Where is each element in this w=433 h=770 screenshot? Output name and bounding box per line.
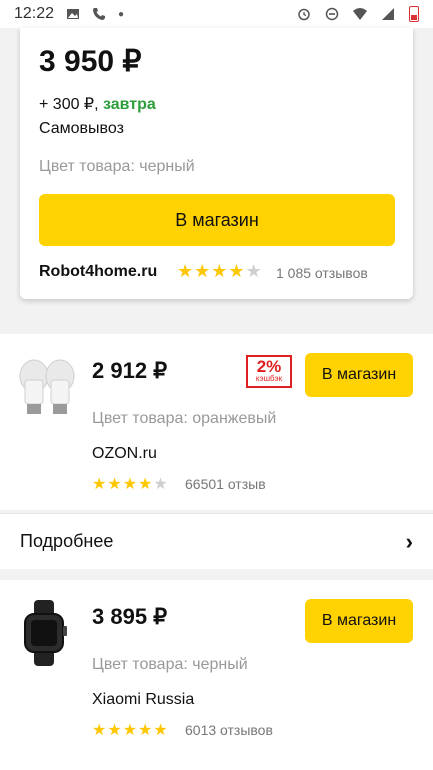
product-color: Цвет товара: черный bbox=[92, 656, 248, 673]
product-color: Цвет товара: оранжевый bbox=[92, 410, 277, 427]
offer-card: 3 895 ₽ В магазин Цвет товара: черный Xi… bbox=[0, 580, 433, 770]
top-offer-price: 3 950 ₽ bbox=[39, 45, 142, 78]
more-details-row[interactable]: Подробнее › bbox=[0, 513, 433, 569]
image-notification-icon bbox=[67, 9, 80, 19]
to-shop-button[interactable]: В магазин bbox=[305, 599, 413, 643]
rating-stars: ★★★★★ bbox=[92, 474, 169, 494]
signal-icon bbox=[382, 8, 394, 20]
delivery-day: завтра bbox=[103, 96, 156, 113]
battery-icon bbox=[409, 6, 419, 22]
offer-price: 3 895 ₽ bbox=[92, 604, 168, 629]
star-filled-icon: ★ bbox=[138, 476, 154, 493]
product-color: Цвет товара: черный bbox=[39, 158, 195, 175]
more-details-label: Подробнее bbox=[20, 531, 114, 551]
cashback-badge: 2% кэшбэк bbox=[246, 355, 292, 388]
cashback-percent: 2% bbox=[256, 357, 282, 376]
reviews-count[interactable]: 66501 отзыв bbox=[185, 476, 266, 492]
star-filled-icon: ★ bbox=[228, 261, 246, 281]
star-filled-icon: ★ bbox=[92, 476, 108, 493]
dnd-icon bbox=[325, 7, 339, 21]
alarm-icon bbox=[298, 8, 310, 21]
delivery-info: + 300 ₽, завтра bbox=[39, 94, 156, 114]
star-filled-icon: ★ bbox=[177, 261, 195, 281]
rating-stars: ★★★★★ bbox=[177, 261, 263, 282]
smartwatch-icon[interactable] bbox=[16, 600, 78, 666]
phone-icon bbox=[93, 8, 106, 20]
star-filled-icon: ★ bbox=[194, 261, 212, 281]
offer-card: 2 912 ₽ 2% кэшбэк В магазин Цвет товара:… bbox=[0, 334, 433, 510]
to-shop-button[interactable]: В магазин bbox=[39, 194, 395, 246]
pickup-label: Самовывоз bbox=[39, 120, 124, 137]
star-filled-icon: ★ bbox=[107, 476, 123, 493]
star-filled-icon: ★ bbox=[122, 476, 139, 493]
star-filled-icon: ★ bbox=[211, 261, 229, 281]
star-filled-icon: ★ bbox=[122, 722, 139, 739]
offer-price: 2 912 ₽ bbox=[92, 358, 168, 383]
status-time: 12:22 bbox=[14, 5, 55, 22]
star-empty-icon: ★ bbox=[245, 261, 263, 281]
rating-stars: ★★★★★ bbox=[92, 720, 169, 740]
star-filled-icon: ★ bbox=[92, 722, 108, 739]
star-filled-icon: ★ bbox=[138, 722, 154, 739]
delivery-cost: + 300 ₽, bbox=[39, 96, 103, 113]
dot-icon: ● bbox=[118, 8, 125, 20]
bulb-icon[interactable] bbox=[16, 354, 78, 420]
star-filled-icon: ★ bbox=[107, 722, 123, 739]
shop-name[interactable]: Xiaomi Russia bbox=[92, 691, 194, 709]
shop-name[interactable]: OZON.ru bbox=[92, 445, 157, 463]
star-empty-icon: ★ bbox=[153, 476, 169, 493]
chevron-right-icon: › bbox=[405, 528, 413, 554]
to-shop-button[interactable]: В магазин bbox=[305, 353, 413, 397]
reviews-count[interactable]: 6013 отзывов bbox=[185, 722, 273, 738]
wifi-icon bbox=[353, 8, 367, 20]
reviews-count[interactable]: 1 085 отзывов bbox=[276, 265, 368, 281]
shop-name[interactable]: Robot4home.ru bbox=[39, 263, 157, 281]
star-filled-icon: ★ bbox=[153, 722, 169, 739]
status-bar: 12:22 ● bbox=[0, 0, 433, 28]
cashback-label: кэшбэк bbox=[255, 374, 283, 383]
top-offer-card: 3 950 ₽ + 300 ₽, завтра Самовывоз Цвет т… bbox=[20, 28, 413, 299]
